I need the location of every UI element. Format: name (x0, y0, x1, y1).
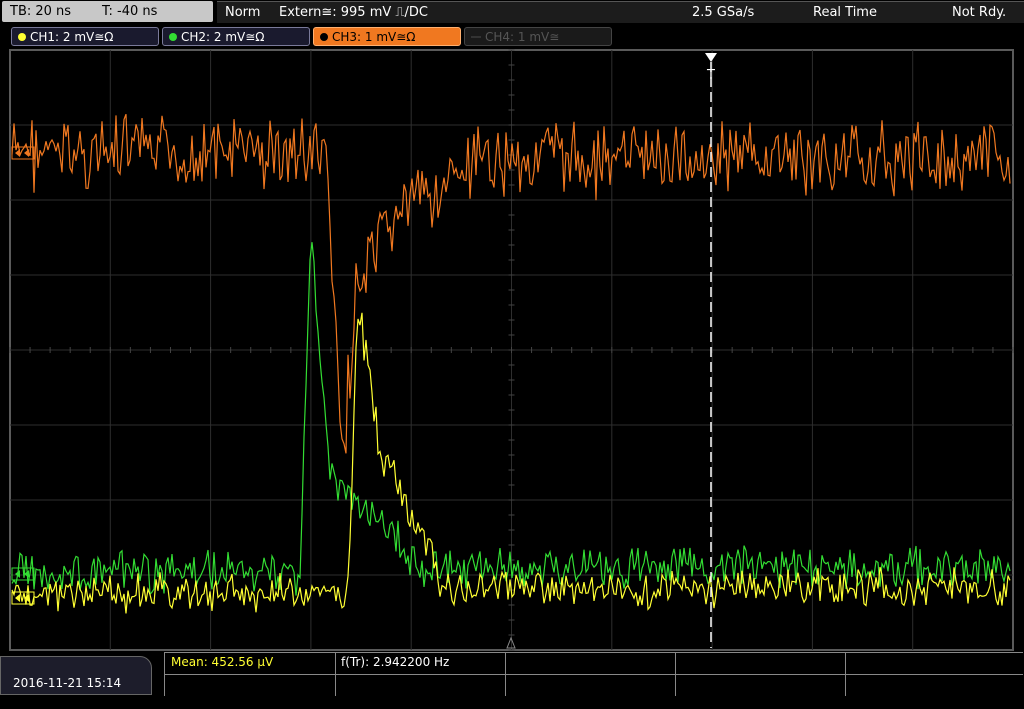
channel-2-tab[interactable]: CH2: 2 mV≅Ω (162, 27, 310, 46)
channel-4-color-icon (471, 36, 481, 38)
top-status-bar: TB: 20 ns T: -40 ns Norm Extern≅: 995 mV… (0, 0, 1024, 24)
channel-3-label: CH3: 1 mV≅Ω (332, 30, 416, 44)
channel-3-color-icon (320, 33, 328, 41)
channel-1-label: CH1: 2 mV≅Ω (30, 30, 114, 44)
channel-1-tab[interactable]: CH1: 2 mV≅Ω (11, 27, 159, 46)
trigger-mode-readout[interactable]: Norm (225, 2, 260, 23)
measurement-table: Mean: 452.56 µV f(Tr): 2.942200 Hz (164, 652, 1023, 696)
channel-2-color-icon (169, 33, 177, 41)
trigger-offset-readout[interactable]: T: -40 ns (102, 1, 157, 22)
acquisition-status: Not Rdy. (952, 5, 1007, 20)
measurement-mean[interactable]: Mean: 452.56 µV (171, 655, 273, 669)
acquisition-mode-readout[interactable]: Real Time (813, 2, 877, 23)
sample-rate-readout[interactable]: 2.5 GSa/s (692, 2, 754, 23)
waveform-display[interactable]: T (0, 48, 1024, 652)
datetime-display: 2016-11-21 15:14 (0, 656, 152, 695)
channel-1-color-icon (18, 33, 26, 41)
acquisition-status-strip: Norm Extern≅: 995 mV ⎍/DC 2.5 GSa/s Real… (217, 1, 1024, 23)
channel-4-label: CH4: 1 mV≅ (485, 30, 560, 44)
channel-3-tab[interactable]: CH3: 1 mV≅Ω (313, 27, 461, 46)
trigger-source-readout[interactable]: Extern≅: 995 mV ⎍/DC (279, 2, 428, 23)
measurement-trigger-frequency[interactable]: f(Tr): 2.942200 Hz (341, 655, 449, 669)
channel-tabs: CH1: 2 mV≅Ω CH2: 2 mV≅Ω CH3: 1 mV≅Ω CH4:… (0, 26, 1024, 48)
bottom-bar: 2016-11-21 15:14 Mean: 452.56 µV f(Tr): … (0, 652, 1024, 696)
channel-4-tab[interactable]: CH4: 1 mV≅ (464, 27, 612, 46)
timebase-readout[interactable]: TB: 20 ns (10, 1, 71, 22)
datetime-readout: 2016-11-21 15:14 (13, 676, 122, 690)
channel-2-label: CH2: 2 mV≅Ω (181, 30, 265, 44)
trigger-marker-label: T (706, 68, 715, 83)
timebase-panel[interactable]: TB: 20 ns T: -40 ns (2, 1, 213, 22)
